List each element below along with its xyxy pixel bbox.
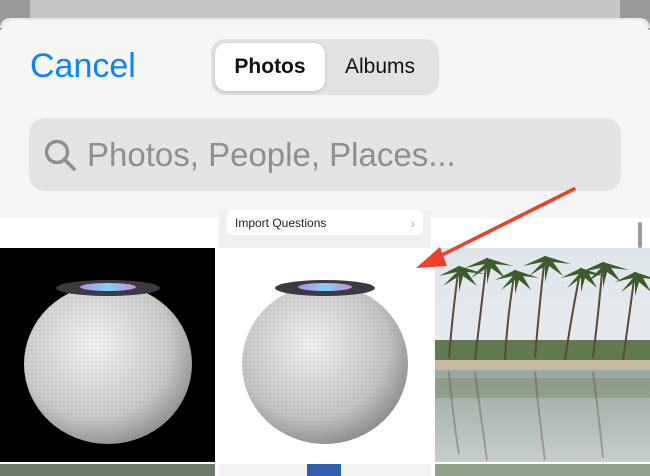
photo-tile-homepod-black[interactable] <box>0 248 215 462</box>
search-bar[interactable] <box>29 118 621 191</box>
import-questions-row: Import Questions › <box>227 210 423 235</box>
import-questions-label: Import Questions <box>235 215 327 230</box>
homepod-image <box>24 280 192 444</box>
tab-photos[interactable]: Photos <box>215 43 325 91</box>
cancel-button[interactable]: Cancel <box>30 46 136 86</box>
partial-photo-tile[interactable] <box>435 464 650 476</box>
search-input[interactable] <box>87 135 607 174</box>
scrollbar[interactable] <box>638 222 642 248</box>
palm-trees-image <box>435 248 650 462</box>
photo-tile-homepod-white[interactable] <box>219 248 431 462</box>
homepod-image <box>242 280 408 444</box>
partial-photo-tile[interactable] <box>219 464 431 476</box>
thumbnail-graphic <box>307 464 341 476</box>
photo-tile-palm-trees[interactable] <box>435 248 650 462</box>
photo-picker-screen: Cancel Photos Albums Import Questions › <box>0 0 650 476</box>
partial-photo-tile[interactable] <box>0 464 215 476</box>
search-icon <box>44 139 76 171</box>
chevron-right-icon: › <box>410 214 415 231</box>
tab-albums[interactable]: Albums <box>325 43 435 91</box>
source-segmented-control: Photos Albums <box>211 39 439 95</box>
